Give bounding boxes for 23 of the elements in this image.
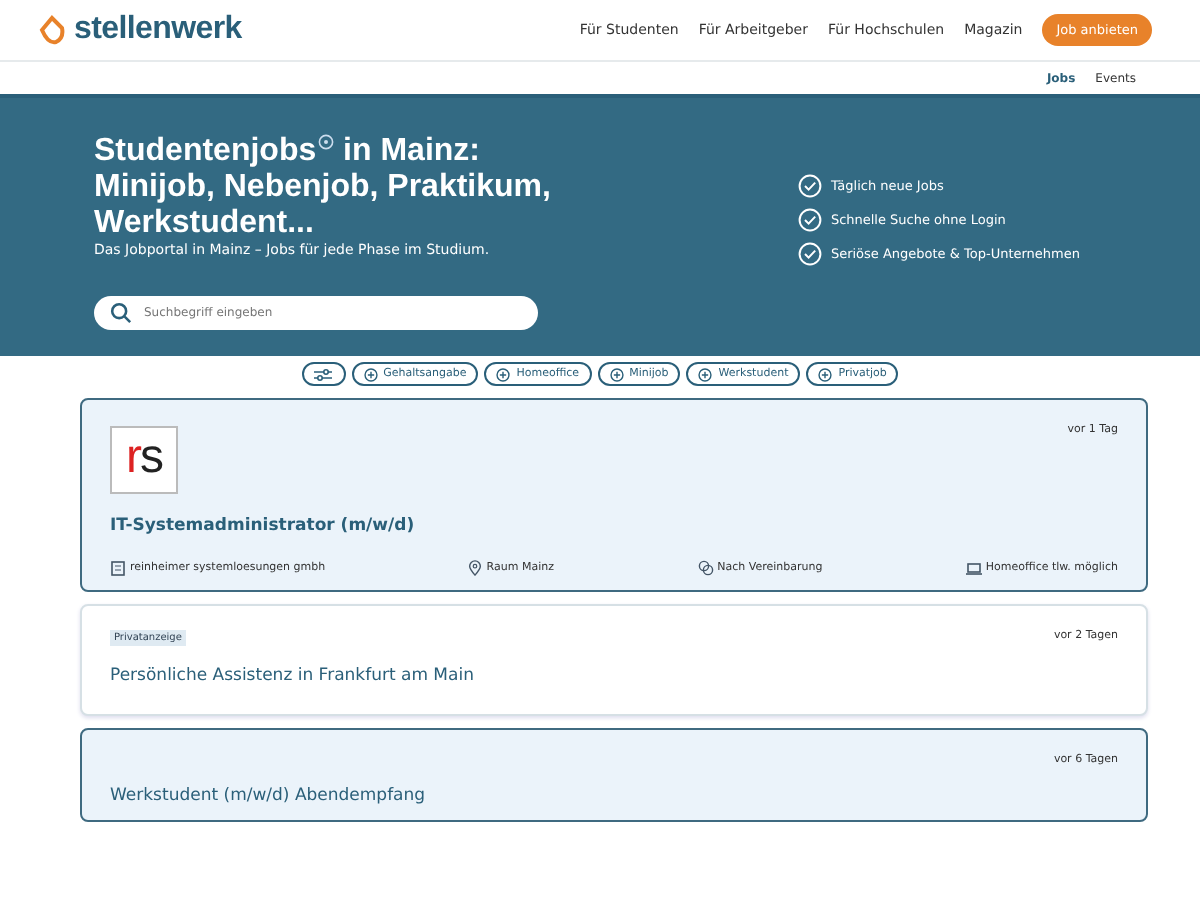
check-circle-icon [798,174,823,198]
plus-circle-icon [818,367,833,381]
location-pin-icon [468,560,483,576]
sliders-icon [314,367,333,381]
coins-icon [697,560,714,576]
info-icon [318,134,335,150]
job-title[interactable]: IT-Systemadministrator (m/w/d) [110,516,1118,536]
check-circle-icon [798,208,823,232]
search-icon [110,302,132,324]
company-logo: rs [110,426,178,494]
laptop-icon [965,561,982,575]
logo-text[interactable]: stellenwerk [74,12,242,48]
logo-icon [36,14,68,46]
plus-circle-icon [496,367,511,381]
job-title[interactable]: Persönliche Assistenz in Frankfurt am Main [110,666,1118,686]
plus-circle-icon [363,367,378,381]
building-icon [110,560,126,576]
job-title[interactable]: Werkstudent (m/w/d) Abendempfang [110,786,1118,806]
plus-circle-icon [609,367,624,381]
check-circle-icon [798,242,823,266]
filter-settings-button[interactable] [301,362,346,386]
plus-circle-icon [698,367,713,381]
hero-title: Studentenjobs in Mainz: Minijob, Nebenjob, Praktikum, Werkstudent... [94,134,553,242]
